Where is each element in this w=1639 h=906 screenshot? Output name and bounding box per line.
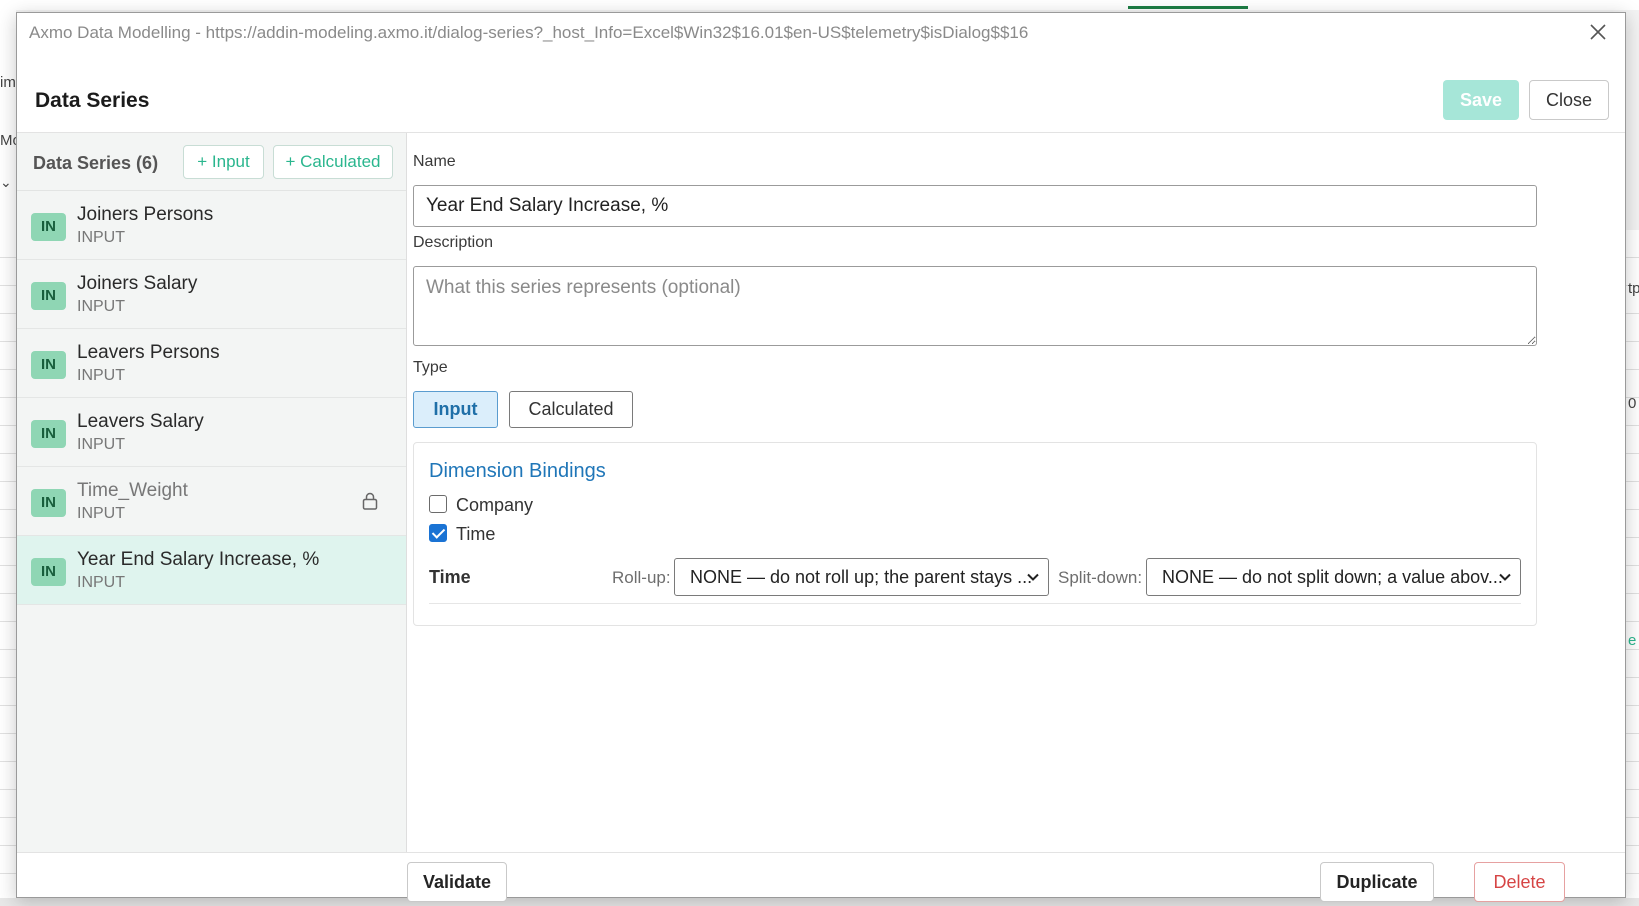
chevron-down-icon bbox=[1499, 573, 1511, 581]
dimension-bindings-title: Dimension Bindings bbox=[429, 460, 606, 482]
description-label: Description bbox=[413, 234, 494, 251]
series-item-type: INPUT bbox=[77, 298, 125, 315]
excel-chevron-icon: ⌄ bbox=[0, 174, 12, 190]
chevron-down-icon bbox=[1027, 573, 1039, 581]
type-badge: IN bbox=[31, 351, 66, 379]
excel-grid-left bbox=[0, 230, 16, 906]
duplicate-button[interactable]: Duplicate bbox=[1320, 862, 1434, 902]
series-item-year-end-salary-increase[interactable]: IN Year End Salary Increase, % INPUT bbox=[17, 536, 406, 605]
data-series-dialog: Axmo Data Modelling - https://addin-mode… bbox=[16, 12, 1626, 902]
series-item-joiners-persons[interactable]: IN Joiners Persons INPUT bbox=[17, 191, 406, 260]
series-list-panel: Data Series (6) + Input + Calculated IN … bbox=[17, 133, 407, 852]
series-item-name: Time_Weight bbox=[77, 480, 188, 501]
splitdown-select[interactable]: NONE — do not split down; a value abov..… bbox=[1146, 558, 1521, 596]
series-item-name: Leavers Persons bbox=[77, 342, 220, 363]
series-item-name: Leavers Salary bbox=[77, 411, 204, 432]
dialog-title: Axmo Data Modelling - https://addin-mode… bbox=[29, 23, 1029, 42]
close-icon[interactable] bbox=[1585, 19, 1611, 45]
excel-text-fragment: 0 bbox=[1628, 395, 1637, 412]
series-item-type: INPUT bbox=[77, 229, 125, 246]
type-badge: IN bbox=[31, 558, 66, 586]
divider bbox=[429, 603, 1521, 604]
dialog-footer: Validate Duplicate Delete bbox=[17, 852, 1625, 902]
name-label: Name bbox=[413, 153, 456, 170]
rollup-select-value: NONE — do not roll up; the parent stays … bbox=[690, 567, 1033, 587]
excel-ribbon-strip bbox=[0, 0, 1639, 10]
excel-grid-right bbox=[1626, 230, 1639, 906]
type-badge: IN bbox=[31, 420, 66, 448]
save-button[interactable]: Save bbox=[1443, 80, 1519, 120]
excel-left-pane bbox=[0, 10, 16, 230]
add-input-button[interactable]: + Input bbox=[183, 145, 264, 179]
dialog-header: Data Series Save Close bbox=[17, 53, 1625, 133]
splitdown-label: Split-down: bbox=[1058, 568, 1143, 587]
close-button[interactable]: Close bbox=[1529, 80, 1609, 120]
series-count-title: Data Series (6) bbox=[33, 153, 159, 173]
excel-active-tab-indicator bbox=[1128, 6, 1248, 9]
rollup-label: Roll-up: bbox=[612, 568, 671, 587]
series-item-name: Year End Salary Increase, % bbox=[77, 549, 320, 570]
time-checkbox-label: Time bbox=[456, 524, 496, 544]
series-list-header: Data Series (6) + Input + Calculated bbox=[17, 133, 406, 191]
series-item-type: INPUT bbox=[77, 505, 125, 522]
description-field[interactable] bbox=[413, 266, 1537, 346]
series-item-leavers-salary[interactable]: IN Leavers Salary INPUT bbox=[17, 398, 406, 467]
dialog-titlebar: Axmo Data Modelling - https://addin-mode… bbox=[17, 13, 1625, 53]
add-calculated-button[interactable]: + Calculated bbox=[273, 145, 393, 179]
type-badge: IN bbox=[31, 213, 66, 241]
series-item-time-weight[interactable]: IN Time_Weight INPUT bbox=[17, 467, 406, 536]
delete-button[interactable]: Delete bbox=[1474, 862, 1565, 902]
type-input-button[interactable]: Input bbox=[413, 391, 498, 428]
company-checkbox-label: Company bbox=[456, 495, 534, 515]
rollup-select[interactable]: NONE — do not roll up; the parent stays … bbox=[674, 558, 1049, 596]
series-item-type: INPUT bbox=[77, 436, 125, 453]
excel-text-fragment: im bbox=[0, 74, 16, 91]
series-item-name: Joiners Salary bbox=[77, 273, 198, 294]
excel-text-fragment: e bbox=[1628, 632, 1637, 649]
type-badge: IN bbox=[31, 282, 66, 310]
binding-row-dimension: Time bbox=[429, 567, 471, 587]
type-badge: IN bbox=[31, 489, 66, 517]
series-item-name: Joiners Persons bbox=[77, 204, 214, 225]
name-field[interactable] bbox=[413, 185, 1537, 227]
series-item-leavers-persons[interactable]: IN Leavers Persons INPUT bbox=[17, 329, 406, 398]
page-title: Data Series bbox=[35, 89, 150, 112]
splitdown-select-value: NONE — do not split down; a value abov..… bbox=[1162, 567, 1503, 587]
lock-icon bbox=[362, 492, 378, 510]
type-label: Type bbox=[413, 359, 448, 376]
company-checkbox[interactable] bbox=[429, 495, 447, 513]
series-item-type: INPUT bbox=[77, 574, 125, 591]
dimension-bindings-section: Dimension Bindings Company Time Time Rol… bbox=[413, 442, 1537, 626]
series-editor: Name Description Type Input Calculated D… bbox=[407, 133, 1625, 852]
series-item-joiners-salary[interactable]: IN Joiners Salary INPUT bbox=[17, 260, 406, 329]
time-checkbox[interactable] bbox=[429, 524, 447, 542]
excel-text-fragment: tp bbox=[1628, 280, 1639, 297]
validate-button[interactable]: Validate bbox=[407, 862, 507, 902]
series-item-type: INPUT bbox=[77, 367, 125, 384]
type-calculated-button[interactable]: Calculated bbox=[509, 391, 633, 428]
